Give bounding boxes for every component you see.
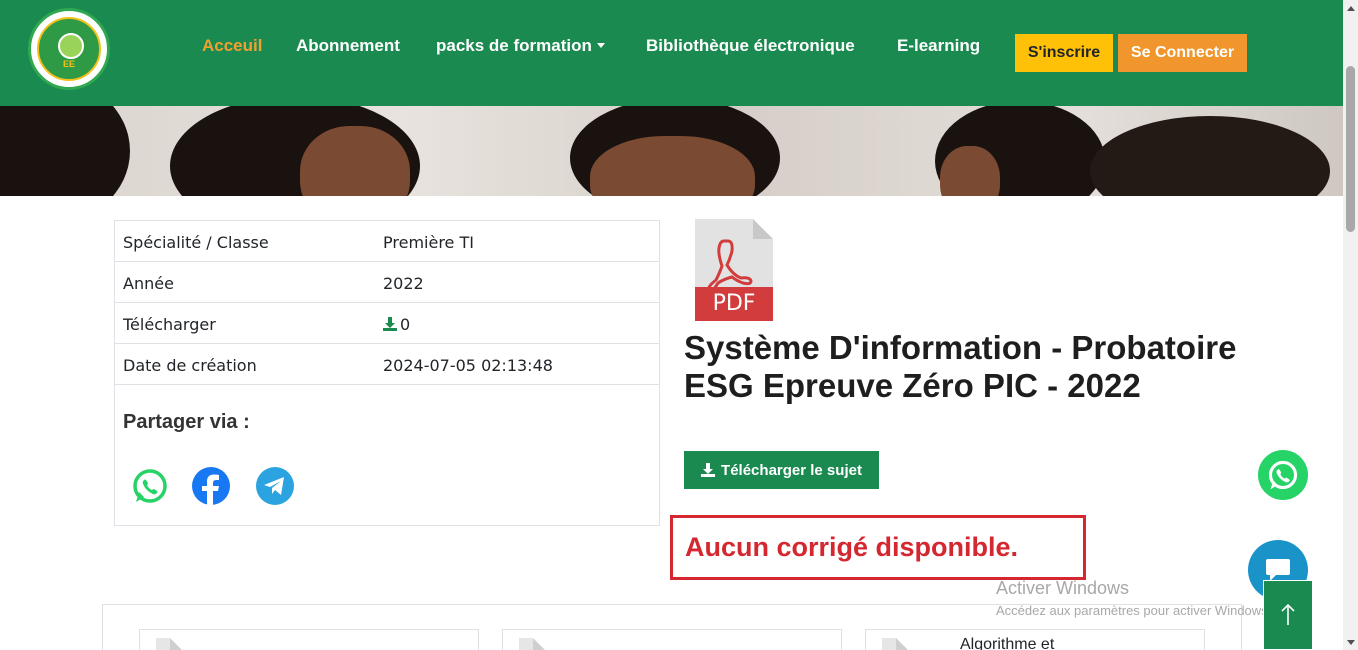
pdf-icon <box>882 638 912 650</box>
nav-link-abonnement[interactable]: Abonnement <box>296 36 400 56</box>
row-label: Date de création <box>123 356 257 375</box>
whatsapp-icon <box>133 469 167 503</box>
telegram-icon <box>256 467 294 505</box>
back-to-top-button[interactable] <box>1263 580 1313 650</box>
nav-link-bibliotheque[interactable]: Bibliothèque électronique <box>646 36 855 56</box>
related-card[interactable]: Algorithme et <box>865 629 1205 650</box>
row-label: Spécialité / Classe <box>123 233 269 252</box>
arrow-up-icon <box>1281 604 1295 625</box>
row-value: 0 <box>383 315 410 334</box>
table-row: Date de création 2024-07-05 02:13:48 <box>115 344 659 385</box>
no-correction-notice: Aucun corrigé disponible. <box>670 515 1086 580</box>
nav-link-accueil[interactable]: Acceuil <box>202 36 262 56</box>
whatsapp-float-button[interactable] <box>1258 450 1308 500</box>
navbar: EE Acceuil Abonnement packs de formation… <box>0 0 1343 106</box>
no-correction-text: Aucun corrigé disponible. <box>685 532 1019 562</box>
chat-icon <box>1266 559 1290 581</box>
download-count: 0 <box>400 315 411 334</box>
row-label: Année <box>123 274 174 293</box>
nav-link-elearning[interactable]: E-learning <box>897 36 980 56</box>
document-info-table: Spécialité / Classe Première TI Année 20… <box>114 220 660 526</box>
table-row: Spécialité / Classe Première TI <box>115 221 659 262</box>
windows-activation-subtitle: Accédez aux paramètres pour activer Wind… <box>996 603 1272 618</box>
logo-tree-icon <box>58 33 84 59</box>
page: EE Acceuil Abonnement packs de formation… <box>0 0 1358 650</box>
download-icon <box>701 463 716 477</box>
caret-down-icon <box>596 42 605 48</box>
pdf-label: PDF <box>712 291 756 316</box>
hero-banner-image <box>0 106 1343 196</box>
nav-link-packs-label: packs de formation <box>436 36 592 55</box>
logo-initials: EE <box>62 59 75 69</box>
download-subject-label: Télécharger le sujet <box>721 461 862 479</box>
share-whatsapp-button[interactable] <box>131 467 169 505</box>
row-label: Télécharger <box>123 315 216 334</box>
pdf-icon: PDF <box>695 219 773 321</box>
login-button[interactable]: Se Connecter <box>1118 34 1247 72</box>
table-row: Année 2022 <box>115 262 659 303</box>
table-row: Télécharger 0 <box>115 303 659 344</box>
related-card[interactable] <box>139 629 479 650</box>
document-title: Système D'information - Probatoire ESG E… <box>684 329 1237 404</box>
download-subject-button[interactable]: Télécharger le sujet <box>684 451 879 489</box>
site-logo[interactable]: EE <box>28 8 110 90</box>
related-card[interactable] <box>502 629 842 650</box>
scrollbar-thumb[interactable] <box>1346 66 1355 232</box>
download-icon <box>383 317 397 331</box>
row-value: 2024-07-05 02:13:48 <box>383 356 553 375</box>
row-value: Première TI <box>383 233 474 252</box>
row-value: 2022 <box>383 274 424 293</box>
signup-button[interactable]: S'inscrire <box>1015 34 1113 72</box>
pdf-icon <box>156 638 186 650</box>
scroll-up-arrow-icon[interactable] <box>1343 2 1358 14</box>
page-scrollbar[interactable] <box>1343 0 1358 650</box>
share-telegram-button[interactable] <box>256 467 294 505</box>
whatsapp-icon <box>1268 460 1298 490</box>
share-title: Partager via : <box>123 411 250 433</box>
pdf-icon <box>519 638 549 650</box>
logo-emblem: EE <box>37 17 101 81</box>
nav-link-packs[interactable]: packs de formation <box>436 36 605 56</box>
scroll-down-arrow-icon[interactable] <box>1343 636 1358 648</box>
windows-activation-title: Activer Windows <box>996 578 1130 598</box>
facebook-icon <box>192 467 230 505</box>
related-title: Algorithme et <box>960 636 1055 650</box>
share-facebook-button[interactable] <box>192 467 230 505</box>
